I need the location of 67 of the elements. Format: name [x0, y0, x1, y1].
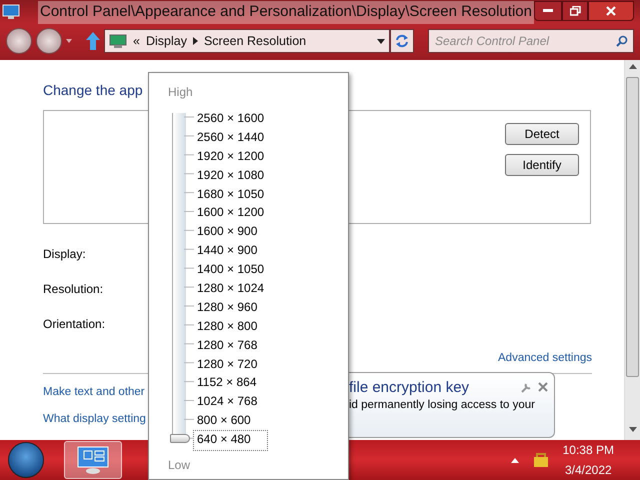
breadcrumb-chevron[interactable]: « — [133, 32, 140, 50]
resolution-option[interactable]: 1280 × 720 — [194, 356, 268, 374]
scrollbar[interactable] — [624, 60, 640, 440]
notification-text: id permanently losing access to your — [349, 398, 536, 413]
start-button[interactable] — [8, 442, 44, 478]
breadcrumb-item[interactable]: Screen Resolution — [204, 32, 306, 50]
display-settings-icon — [76, 445, 110, 475]
search-icon — [616, 35, 628, 47]
show-hidden-icons-arrow-icon[interactable] — [510, 458, 519, 462]
resolution-option[interactable]: 1280 × 1024 — [194, 280, 268, 299]
close-button[interactable] — [588, 0, 634, 20]
resolution-option[interactable]: 1400 × 1050 — [194, 261, 268, 280]
breadcrumb-item[interactable]: Display — [146, 32, 187, 50]
search-field[interactable]: Search Control Panel — [428, 29, 634, 53]
help-link[interactable]: What display setting — [43, 412, 146, 424]
clock-time[interactable]: 10:38 PM — [562, 440, 614, 460]
resolution-option[interactable]: 1280 × 960 — [194, 298, 268, 318]
restore-icon — [570, 6, 580, 16]
dropdown-icon[interactable] — [377, 38, 385, 44]
address-bar[interactable]: « Display Screen Resolution — [104, 29, 390, 53]
scroll-up-icon[interactable] — [628, 64, 636, 69]
slider-thumb[interactable] — [170, 434, 190, 444]
scroll-down-icon[interactable] — [628, 427, 636, 432]
resolution-option[interactable]: 1920 × 1200 — [194, 148, 268, 167]
resolution-option[interactable]: 800 × 600 — [194, 412, 268, 432]
maximize-button[interactable] — [562, 0, 588, 20]
resolution-option[interactable]: 1024 × 768 — [194, 393, 268, 412]
resolution-option[interactable]: 1280 × 768 — [194, 336, 268, 356]
low-label: Low — [168, 457, 192, 474]
clock-date[interactable]: 3/4/2022 — [562, 460, 614, 480]
up-arrow-icon[interactable] — [86, 32, 100, 50]
notification-title: file encryption key — [349, 379, 470, 397]
resolution-option[interactable]: 1440 × 900 — [194, 242, 268, 262]
control-panel-icon — [2, 4, 20, 20]
help-link[interactable]: Make text and other — [43, 386, 145, 398]
high-label: High — [168, 84, 194, 101]
setting-label: Display: — [43, 247, 86, 261]
close-icon — [606, 6, 616, 16]
page-heading: Change the app — [43, 81, 143, 100]
breadcrumb-arrow-icon[interactable] — [192, 37, 198, 45]
advanced-settings-link[interactable]: Advanced settings — [498, 350, 592, 368]
resolution-option[interactable]: 1600 × 1200 — [194, 204, 268, 224]
resolution-option[interactable]: 2560 × 1600 — [194, 110, 268, 129]
resolution-option[interactable]: 2560 × 1440 — [194, 128, 268, 148]
notification-balloon[interactable]: file encryption key id permanently losing access to your — [349, 372, 555, 438]
minimize-icon — [543, 8, 553, 12]
monitor-action-button[interactable]: Identify — [505, 154, 579, 176]
control-panel-icon — [109, 34, 127, 48]
resolution-option[interactable]: 1920 × 1080 — [194, 166, 268, 186]
taskbar-app-button[interactable] — [64, 441, 122, 479]
resolution-option[interactable]: 1680 × 1050 — [194, 186, 268, 204]
setting-label: Orientation: — [43, 317, 106, 331]
refresh-button[interactable] — [390, 29, 414, 53]
scrollbar-thumb[interactable] — [626, 77, 639, 377]
back-button[interactable] — [6, 28, 32, 54]
refresh-icon — [395, 34, 409, 48]
window-title: Control Panel\Appearance and Personalization\Display\Screen Resolution — [38, 1, 534, 24]
resolution-option[interactable]: 1152 × 864 — [194, 374, 268, 394]
resolution-option[interactable]: 1600 × 900 — [194, 223, 268, 242]
minimize-button[interactable] — [534, 0, 562, 20]
resolution-option[interactable]: 1280 × 800 — [194, 318, 268, 337]
setting-label: Resolution: — [43, 282, 104, 296]
forward-button[interactable] — [36, 28, 62, 54]
resolution-slider-track[interactable] — [168, 113, 194, 443]
wrench-icon[interactable] — [520, 382, 532, 394]
monitor-action-button[interactable]: Detect — [505, 123, 579, 145]
close-icon[interactable] — [538, 382, 548, 392]
